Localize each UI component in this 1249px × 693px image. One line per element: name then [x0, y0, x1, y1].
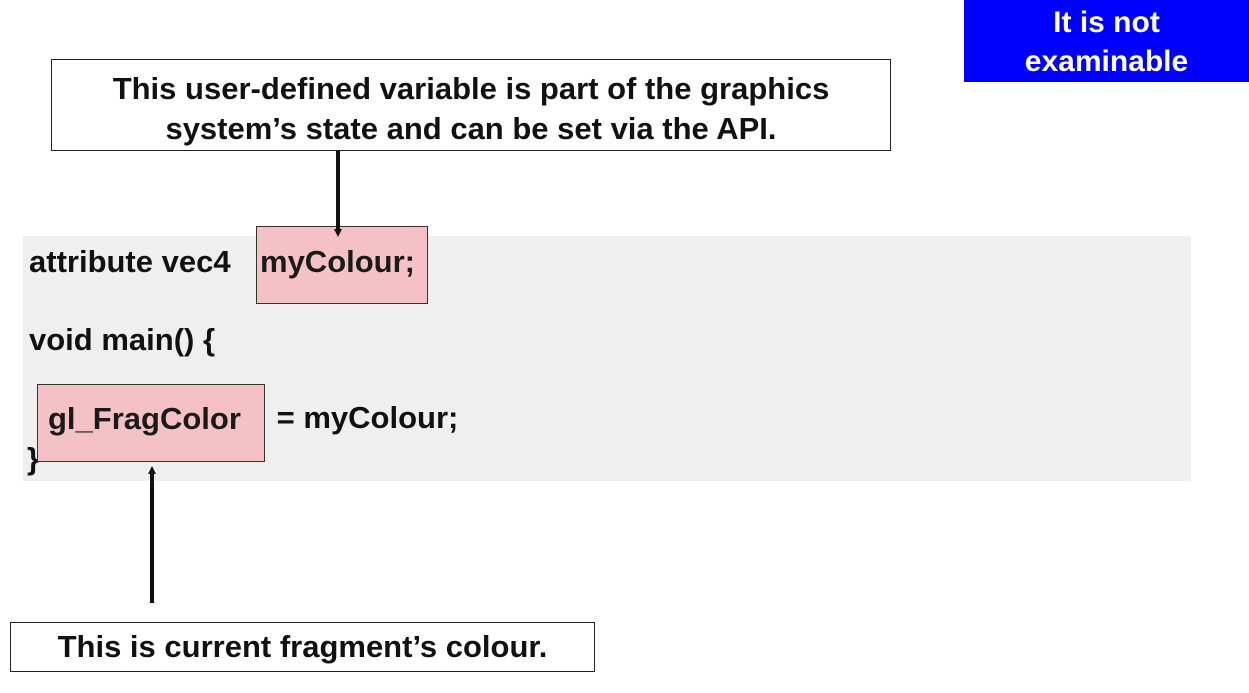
- fragment-colour-callout: This is current fragment’s colour.: [10, 622, 595, 672]
- connector-arrows: [148, 151, 342, 603]
